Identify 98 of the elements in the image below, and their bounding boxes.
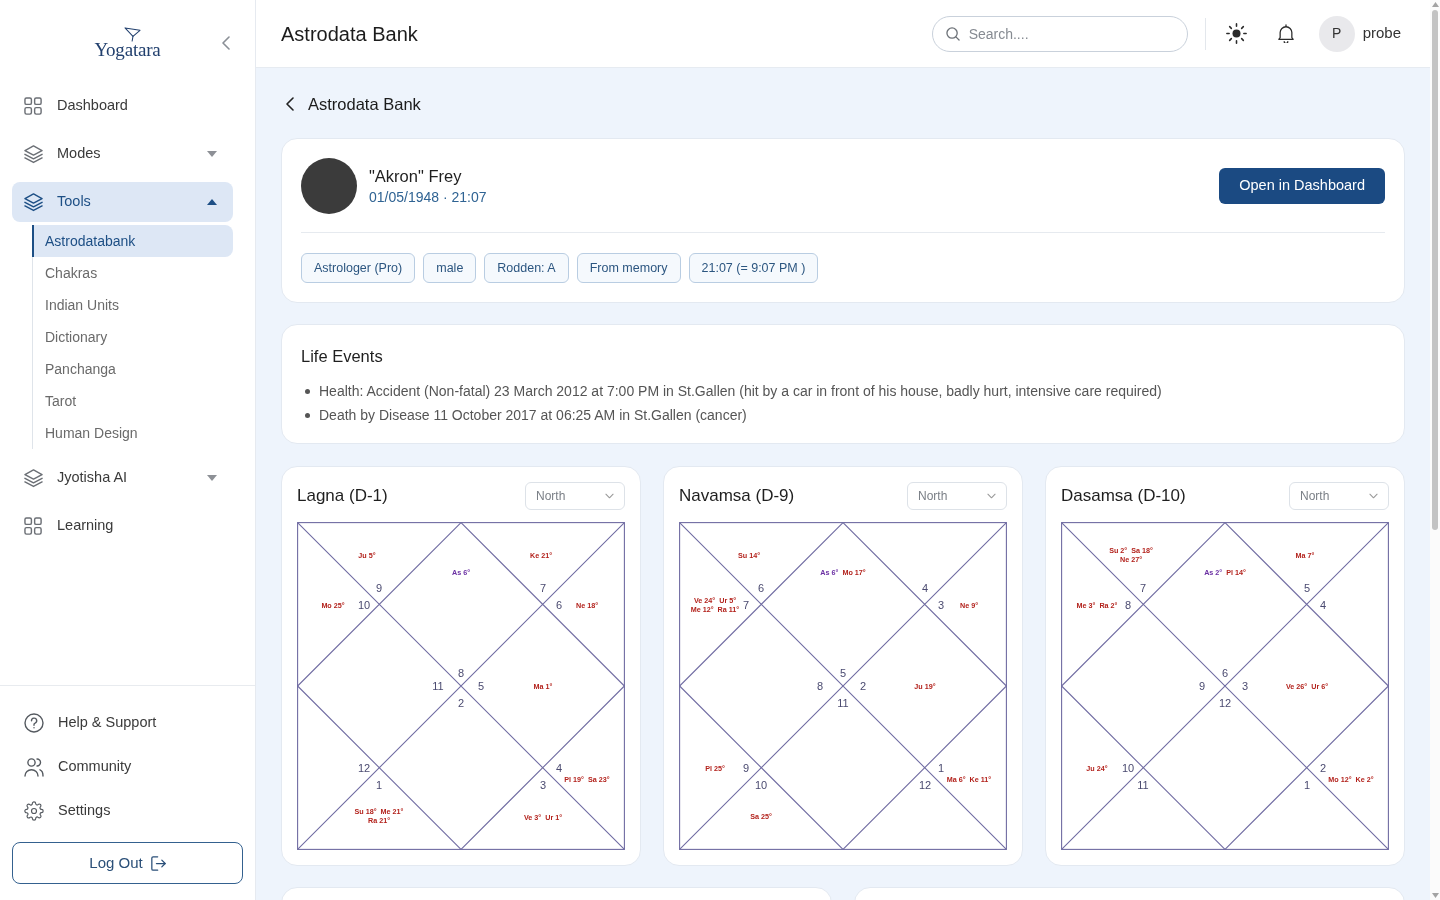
sidebar-item[interactable]: Dashboard bbox=[12, 86, 233, 126]
house-number: 11 bbox=[1137, 779, 1149, 791]
layers-icon bbox=[24, 192, 43, 212]
house-number: 3 bbox=[539, 779, 547, 791]
house-number: 1 bbox=[1303, 779, 1311, 791]
chart-title: Navamsa (D-9) bbox=[679, 485, 795, 508]
sidebar-subitem[interactable]: Tarot bbox=[32, 385, 233, 417]
tag: From memory bbox=[576, 253, 681, 283]
settings-icon bbox=[24, 801, 44, 821]
house-number: 7 bbox=[1139, 582, 1147, 594]
house-number: 11 bbox=[432, 680, 444, 692]
sidebar-subitem[interactable]: Human Design bbox=[32, 417, 233, 449]
house-number: 3 bbox=[937, 599, 945, 611]
house-number: 2 bbox=[859, 680, 867, 692]
sidebar-subitem[interactable]: Astrodatabank bbox=[32, 225, 233, 257]
house-number: 10 bbox=[1121, 762, 1135, 774]
house-number: 8 bbox=[457, 667, 465, 679]
person-name: "Akron" Frey bbox=[369, 166, 463, 187]
grid-icon bbox=[24, 516, 43, 536]
help-icon bbox=[24, 713, 44, 733]
house-number: 10 bbox=[754, 779, 768, 791]
sidebar-item[interactable]: Help & Support bbox=[12, 703, 243, 743]
sidebar-item[interactable]: Tools bbox=[12, 182, 233, 222]
sidebar-item[interactable]: Settings bbox=[12, 791, 243, 831]
search-field[interactable]: Search.... bbox=[931, 15, 1188, 52]
house-number: 9 bbox=[1198, 680, 1206, 692]
logo-text: Yogatara bbox=[94, 40, 161, 59]
chart-title: Dasamsa (D-10) bbox=[1061, 485, 1186, 508]
chevron-down-icon bbox=[987, 493, 996, 499]
sidebar-subitem[interactable]: Chakras bbox=[32, 257, 233, 289]
layers-icon bbox=[24, 144, 43, 164]
house-number: 8 bbox=[816, 680, 824, 692]
sidebar-subitem[interactable]: Dictionary bbox=[32, 321, 233, 353]
tag: 21:07 (= 9:07 PM ) bbox=[688, 253, 819, 283]
house-number: 8 bbox=[1124, 599, 1132, 611]
house-number: 3 bbox=[1241, 680, 1249, 692]
house-number: 7 bbox=[539, 582, 547, 594]
sidebar-subitem[interactable]: Panchanga bbox=[32, 353, 233, 385]
sidebar-item[interactable]: Community bbox=[12, 747, 243, 787]
house-number: 4 bbox=[921, 582, 929, 594]
house-number: 9 bbox=[742, 762, 750, 774]
logo-mark-icon bbox=[124, 27, 141, 42]
house-number: 12 bbox=[918, 779, 932, 791]
house-number: 5 bbox=[1303, 582, 1311, 594]
breadcrumb-title: Astrodata Bank bbox=[308, 93, 421, 115]
chevron-left-icon[interactable] bbox=[286, 97, 294, 111]
birth-date: 01/05/1948 · 21:07 bbox=[369, 188, 487, 207]
chart-title: Lagna (D-1) bbox=[297, 485, 388, 508]
logout-button[interactable]: Log Out bbox=[12, 842, 243, 884]
house-number: 1 bbox=[375, 779, 383, 791]
arrow-down-icon[interactable] bbox=[1431, 893, 1439, 898]
house-number: 6 bbox=[757, 582, 765, 594]
logout-icon bbox=[150, 855, 166, 871]
house-number: 10 bbox=[357, 599, 371, 611]
tag: Rodden: A bbox=[484, 253, 569, 283]
house-number: 12 bbox=[1218, 697, 1232, 709]
chevron-down-icon bbox=[1369, 493, 1378, 499]
search-icon bbox=[945, 26, 960, 41]
avatar[interactable]: P bbox=[1318, 15, 1355, 52]
user-name[interactable]: probe bbox=[1362, 22, 1401, 45]
tag: Astrologer (Pro) bbox=[301, 253, 416, 283]
sidebar-subitem[interactable]: Indian Units bbox=[32, 289, 233, 321]
layers-icon bbox=[24, 468, 43, 488]
house-number: 6 bbox=[1221, 667, 1229, 679]
bullet-icon bbox=[305, 412, 310, 418]
house-number: 4 bbox=[555, 762, 563, 774]
house-number: 2 bbox=[457, 697, 465, 709]
tag: male bbox=[423, 253, 477, 283]
house-number: 12 bbox=[357, 762, 371, 774]
bullet-icon bbox=[305, 388, 310, 394]
sidebar-item[interactable]: Learning bbox=[12, 506, 233, 546]
sun-icon[interactable] bbox=[1225, 23, 1247, 44]
house-number: 1 bbox=[937, 762, 945, 774]
grid-icon bbox=[24, 96, 43, 116]
house-number: 11 bbox=[837, 697, 849, 709]
house-number: 9 bbox=[375, 582, 383, 594]
chart-style-select[interactable]: North bbox=[907, 482, 1007, 510]
chevron-down-icon bbox=[605, 493, 614, 499]
photo-placeholder bbox=[301, 158, 357, 214]
scrollbar-thumb[interactable] bbox=[1432, 10, 1438, 530]
house-number: 5 bbox=[839, 667, 847, 679]
page-title: Astrodata Bank bbox=[281, 21, 418, 46]
open-dashboard-button[interactable]: Open in Dashboard bbox=[1219, 168, 1385, 204]
people-icon bbox=[24, 757, 44, 777]
sidebar-item[interactable]: Jyotisha AI bbox=[12, 458, 233, 498]
sidebar-item[interactable]: Modes bbox=[12, 134, 233, 174]
house-number: 2 bbox=[1319, 762, 1327, 774]
bell-icon[interactable] bbox=[1276, 24, 1295, 43]
event-text: Health: Accident (Non-fatal) 23 March 2012 at 7:00 PM in St.Gallen (hit by a car in front of his house, badly hurt, intensive care required) bbox=[319, 381, 1162, 401]
house-number: 4 bbox=[1319, 599, 1327, 611]
chart-style-select[interactable]: North bbox=[1289, 482, 1389, 510]
section-title: Life Events bbox=[301, 346, 384, 367]
event-text: Death by Disease 11 October 2017 at 06:25 AM in St.Gallen (cancer) bbox=[319, 405, 747, 425]
arrow-up-icon[interactable] bbox=[1431, 2, 1439, 7]
chart-style-select[interactable]: North bbox=[525, 482, 625, 510]
house-number: 5 bbox=[477, 680, 485, 692]
house-number: 6 bbox=[555, 599, 563, 611]
house-number: 7 bbox=[742, 599, 750, 611]
